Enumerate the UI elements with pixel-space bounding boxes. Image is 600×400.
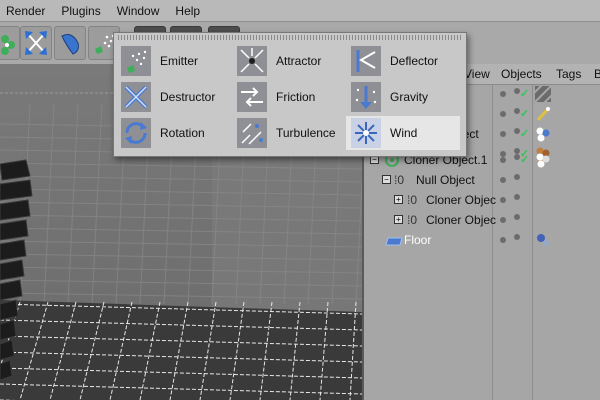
menu-item-wind[interactable]: Wind: [346, 116, 460, 150]
expand-toggle[interactable]: +: [394, 215, 403, 224]
render-visibility-dot[interactable]: [514, 194, 520, 200]
editor-visibility-dot[interactable]: [500, 111, 506, 117]
menu-item-label: Destructor: [160, 90, 216, 104]
menu-item-label: Attractor: [276, 54, 322, 68]
friction-icon: [241, 87, 263, 107]
object-label: Cloner Objec: [426, 193, 497, 207]
check-icon[interactable]: ✓: [520, 153, 529, 166]
menu-item-label: Friction: [276, 90, 316, 104]
attractor-icon: [240, 48, 264, 73]
menu-window[interactable]: Window: [111, 4, 170, 18]
object-row-null[interactable]: − ⁞0 Null Object: [364, 170, 600, 190]
menu-help[interactable]: Help: [169, 4, 210, 18]
mograph-button[interactable]: [0, 26, 20, 60]
menu-item-rotation[interactable]: Rotation: [116, 116, 230, 150]
mograph-icon: [1, 35, 15, 55]
menu-bar: Render Plugins Window Help: [0, 0, 600, 22]
mograph-tag-icon: [536, 127, 550, 142]
collapse-toggle[interactable]: −: [382, 175, 391, 184]
editor-visibility-dot[interactable]: [500, 131, 506, 137]
render-visibility-dot[interactable]: [514, 174, 520, 180]
floor-icon: [385, 237, 402, 246]
object-label: Floor: [404, 233, 432, 247]
check-icon[interactable]: ✓: [520, 87, 529, 100]
menu-plugins[interactable]: Plugins: [55, 4, 110, 18]
expand-toggle[interactable]: +: [394, 195, 403, 204]
menu-item-label: Wind: [390, 126, 418, 140]
menu-item-friction[interactable]: Friction: [232, 80, 346, 114]
menu-item-deflector[interactable]: Deflector: [346, 44, 460, 78]
menu-item-label: Gravity: [390, 90, 429, 104]
tab-objects[interactable]: Objects: [501, 67, 542, 81]
rotation-icon: [125, 122, 147, 144]
scale-button[interactable]: [20, 26, 52, 60]
gravity-icon: [355, 86, 377, 109]
menu-item-gravity[interactable]: Gravity: [346, 80, 460, 114]
tab-bookmarks[interactable]: B: [594, 67, 600, 81]
menu-render[interactable]: Render: [0, 4, 55, 18]
menu-item-label: Rotation: [160, 126, 205, 140]
null-object-icon: ⁞0: [407, 193, 418, 207]
deflector-icon: [356, 50, 376, 72]
object-row-cloner-child-2[interactable]: + ⁞0 Cloner Objec: [364, 210, 600, 230]
editor-visibility-dot[interactable]: [500, 217, 506, 223]
editor-visibility-dot[interactable]: [500, 177, 506, 183]
menu-item-emitter[interactable]: Emitter: [116, 44, 230, 78]
deformer-button[interactable]: [54, 26, 86, 60]
object-row-floor[interactable]: Floor: [364, 230, 600, 250]
wind-icon: [355, 122, 377, 144]
menu-item-label: Deflector: [390, 54, 439, 68]
menu-item-destructor[interactable]: Destructor: [116, 80, 230, 114]
render-visibility-dot[interactable]: [514, 234, 520, 240]
null-object-icon: ⁞0: [394, 173, 405, 187]
material-tag-icon: [537, 234, 549, 246]
editor-visibility-dot[interactable]: [500, 197, 506, 203]
deformer-icon: [61, 34, 79, 55]
particles-popup-menu: Emitter Attractor Deflector Destructor F…: [113, 32, 467, 157]
mograph-tag-icon: [536, 153, 550, 168]
object-label: Cloner Objec: [426, 213, 497, 227]
null-object-icon: ⁞0: [407, 213, 418, 227]
tab-tags[interactable]: Tags: [556, 67, 581, 81]
menu-item-label: Emitter: [160, 54, 199, 68]
menu-tear-off-grip[interactable]: [118, 35, 462, 40]
editor-visibility-dot[interactable]: [500, 91, 506, 97]
object-label: Null Object: [416, 173, 475, 187]
striped-tag-icon: [535, 86, 551, 102]
tab-view[interactable]: View: [464, 67, 490, 81]
object-row-cloner-child-1[interactable]: + ⁞0 Cloner Objec: [364, 190, 600, 210]
render-visibility-dot[interactable]: [514, 214, 520, 220]
turbulence-icon: [241, 123, 263, 145]
check-icon[interactable]: ✓: [520, 127, 529, 140]
menu-item-label: Turbulence: [276, 126, 336, 140]
menu-item-attractor[interactable]: Attractor: [232, 44, 346, 78]
menu-item-turbulence[interactable]: Turbulence: [232, 116, 346, 150]
editor-visibility-dot[interactable]: [500, 237, 506, 243]
wand-tag-icon: [536, 107, 550, 122]
editor-visibility-dot[interactable]: [500, 157, 506, 163]
check-icon[interactable]: ✓: [520, 107, 529, 120]
destructor-icon: [124, 85, 148, 109]
scale-icon: [25, 31, 47, 55]
emitter-icon: [127, 50, 147, 73]
